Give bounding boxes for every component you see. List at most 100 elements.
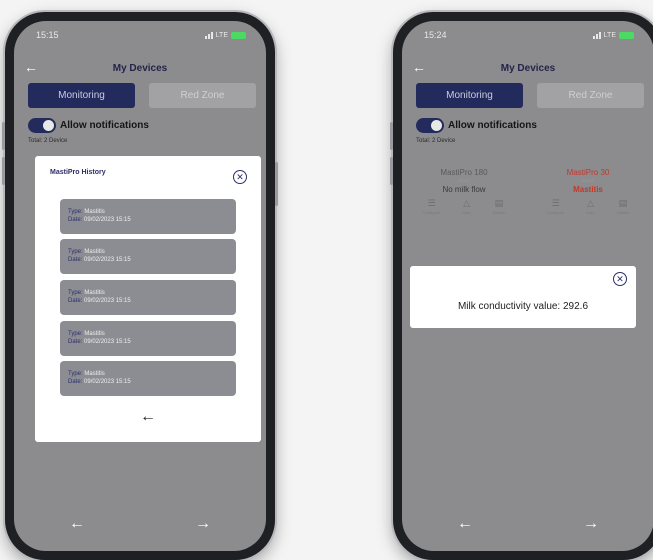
device-actions: ☰ Configure △ Data ▤ Details <box>408 198 520 215</box>
close-icon[interactable]: ✕ <box>613 272 627 286</box>
action-label: Configure <box>546 210 565 215</box>
conductivity-modal: ✕ Milk conductivity value: 292.6 <box>410 266 636 328</box>
action-label: Details <box>616 210 629 215</box>
device-card[interactable]: MastiPro 180 #1020 No milk flow ☰ Configu… <box>408 168 520 238</box>
status-indicators: LTE <box>204 31 246 39</box>
tab-bar: Monitoring Red Zone <box>416 83 644 108</box>
action-label: Data <box>462 210 471 215</box>
type-label: Type: <box>68 209 83 215</box>
tab-monitoring[interactable]: Monitoring <box>28 83 135 108</box>
action-label: Data <box>586 210 595 215</box>
history-type: Mastitis <box>84 249 105 255</box>
close-icon[interactable]: ✕ <box>233 170 247 184</box>
device-name: MastiPro 180 <box>440 168 488 177</box>
history-type: Mastitis <box>84 331 105 337</box>
conductivity-message: Milk conductivity value: 292.6 <box>457 301 589 312</box>
device-status: No milk flow <box>442 185 486 194</box>
drop-icon: △ <box>463 198 470 208</box>
device-status: Mastitis <box>573 185 603 194</box>
battery-icon <box>231 31 246 39</box>
status-time: 15:24 <box>424 30 447 40</box>
data-button[interactable]: △ Data <box>462 198 470 215</box>
date-label: Date: <box>68 339 83 345</box>
configure-button[interactable]: ☰ Configure <box>547 198 564 215</box>
type-label: Type: <box>68 371 83 377</box>
sliders-icon: ☰ <box>427 198 436 208</box>
page-title: My Devices <box>500 63 556 74</box>
action-label: Details <box>492 210 505 215</box>
history-type: Mastitis <box>84 371 105 377</box>
modal-title: MastiPro History <box>50 169 106 176</box>
notifications-toggle[interactable] <box>416 118 444 133</box>
app-header: ← My Devices <box>402 59 653 77</box>
history-type: Mastitis <box>84 290 105 296</box>
arrow-right-icon[interactable]: → <box>195 515 211 533</box>
arrow-left-icon[interactable]: ← <box>69 515 85 533</box>
details-button[interactable]: ▤ Details <box>493 198 505 215</box>
tab-red-zone[interactable]: Red Zone <box>537 83 644 108</box>
status-indicators: LTE <box>592 31 634 39</box>
history-item[interactable]: Type: Mastitis Date: 09/02/2023 15:15 <box>60 239 236 274</box>
volume-button <box>390 122 393 150</box>
network-label: LTE <box>215 31 228 39</box>
signal-icon <box>592 31 601 39</box>
history-item[interactable]: Type: Mastitis Date: 09/02/2023 15:15 <box>60 361 236 396</box>
status-bar: 15:24 LTE <box>424 28 634 42</box>
history-date: 09/02/2023 15:15 <box>84 298 131 304</box>
volume-button <box>2 122 5 150</box>
notifications-label: Allow notifications <box>448 120 537 131</box>
arrow-left-icon[interactable]: ← <box>35 408 261 426</box>
status-time: 15:15 <box>36 30 59 40</box>
tab-red-zone[interactable]: Red Zone <box>149 83 256 108</box>
history-modal: MastiPro History ✕ Type: Mastitis Date: … <box>35 156 261 442</box>
history-item[interactable]: Type: Mastitis Date: 09/02/2023 15:15 <box>60 280 236 315</box>
history-item[interactable]: Type: Mastitis Date: 09/02/2023 15:15 <box>60 199 236 234</box>
phone-screen: 15:24 LTE ← My Devices Monitoring Red Zo… <box>402 21 653 551</box>
tab-bar: Monitoring Red Zone <box>28 83 256 108</box>
network-label: LTE <box>603 31 616 39</box>
date-label: Date: <box>68 257 83 263</box>
battery-icon <box>619 31 634 39</box>
status-bar: 15:15 LTE <box>36 28 246 42</box>
history-item[interactable]: Type: Mastitis Date: 09/02/2023 15:15 <box>60 321 236 356</box>
device-name: MastiPro 30 <box>566 168 610 177</box>
history-type: Mastitis <box>84 209 105 215</box>
history-date: 09/02/2023 15:15 <box>84 257 131 263</box>
arrow-right-icon[interactable]: → <box>583 515 599 533</box>
sliders-icon: ☰ <box>551 198 560 208</box>
arrow-left-icon[interactable]: ← <box>457 515 473 533</box>
device-actions: ☰ Configure △ Data ▤ Details <box>532 198 644 215</box>
clipboard-icon: ▤ <box>494 198 504 208</box>
app-header: ← My Devices <box>14 59 266 77</box>
phone-left: 15:15 LTE ← My Devices Monitoring Red Zo… <box>2 12 278 560</box>
notifications-label: Allow notifications <box>60 120 149 131</box>
phone-screen: 15:15 LTE ← My Devices Monitoring Red Zo… <box>14 21 266 551</box>
device-card[interactable]: MastiPro 30 #1064 Mastitis ☰ Configure △ D… <box>532 168 644 238</box>
notifications-toggle[interactable] <box>28 118 56 133</box>
clipboard-icon: ▤ <box>618 198 628 208</box>
type-label: Type: <box>68 331 83 337</box>
drop-icon: △ <box>587 198 594 208</box>
type-label: Type: <box>68 290 83 296</box>
data-button[interactable]: △ Data <box>586 198 594 215</box>
volume-button <box>2 157 5 185</box>
power-button <box>275 162 278 206</box>
page-title: My Devices <box>112 63 168 74</box>
volume-button <box>390 157 393 185</box>
notifications-row: Allow notifications <box>416 118 537 133</box>
device-total: Total: 2 Device <box>416 138 456 144</box>
history-date: 09/02/2023 15:15 <box>84 339 131 345</box>
notifications-row: Allow notifications <box>28 118 149 133</box>
date-label: Date: <box>68 217 83 223</box>
device-total: Total: 2 Device <box>28 138 68 144</box>
signal-icon <box>204 31 213 39</box>
tab-monitoring[interactable]: Monitoring <box>416 83 523 108</box>
details-button[interactable]: ▤ Details <box>617 198 629 215</box>
date-label: Date: <box>68 379 83 385</box>
date-label: Date: <box>68 298 83 304</box>
action-label: Configure <box>422 210 441 215</box>
device-id: #1020 <box>458 178 470 183</box>
type-label: Type: <box>68 249 83 255</box>
configure-button[interactable]: ☰ Configure <box>423 198 440 215</box>
bottom-nav: ← → <box>14 515 266 533</box>
